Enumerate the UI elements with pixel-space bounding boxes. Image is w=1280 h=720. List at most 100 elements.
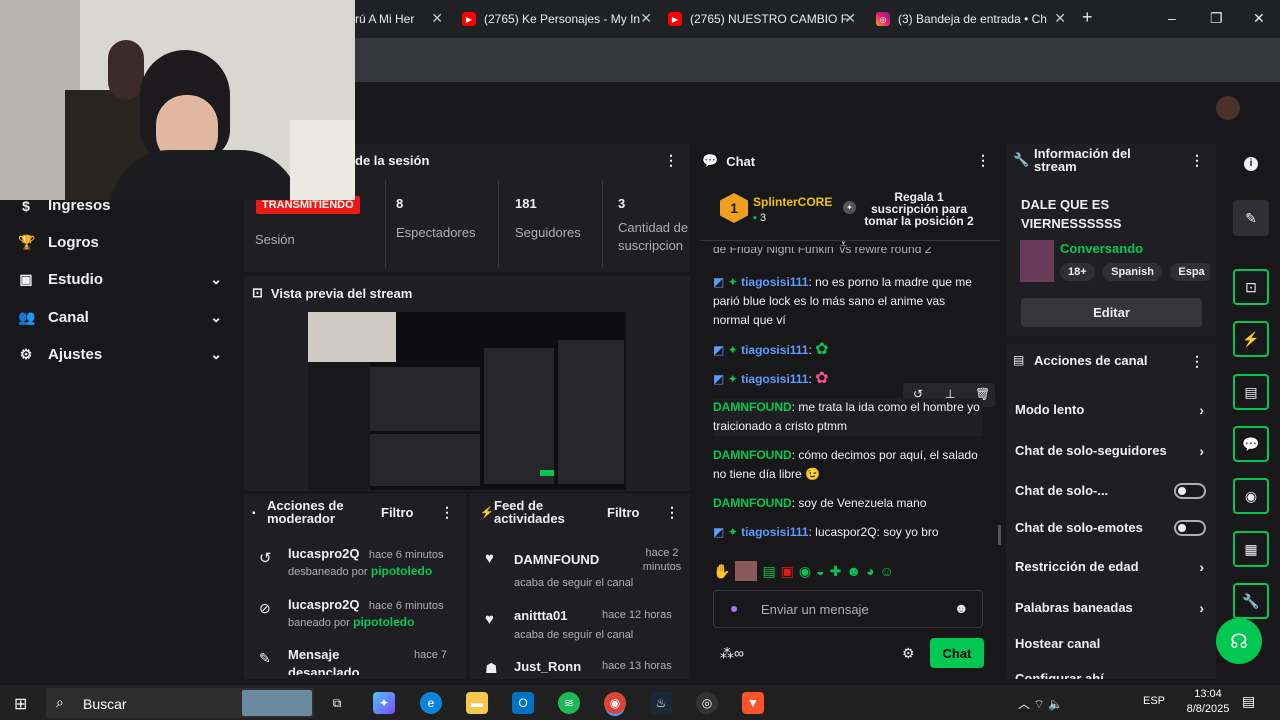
preview-panel-a	[370, 367, 480, 431]
notes-icon[interactable]: ▤	[1233, 374, 1269, 410]
taskbar-search[interactable]: ⌕ Buscar	[46, 688, 314, 718]
headset-icon[interactable]: ☊	[1216, 618, 1262, 664]
edit-stream-button[interactable]: Editar	[1021, 298, 1202, 327]
more-options-icon[interactable]: ⋮	[1190, 353, 1204, 370]
raid-icon[interactable]: ▦	[1233, 531, 1269, 567]
emote-icon[interactable]	[735, 561, 758, 581]
copilot-icon[interactable]: ✦	[373, 692, 395, 714]
hands-emote-icon[interactable]: ✋	[713, 563, 730, 580]
chat-message: DAMNFOUND: me trata la ida como el hombr…	[713, 398, 983, 436]
chat-scrollbar[interactable]	[998, 525, 1001, 545]
chat-send-button[interactable]: Chat	[930, 638, 984, 668]
lightning-icon[interactable]: ⚡	[1233, 321, 1269, 357]
wifi-icon[interactable]: ⌔	[1033, 697, 1044, 711]
broadcast-icon[interactable]: ◉	[1233, 478, 1269, 514]
browser-tab[interactable]: ▶ (2765) NUESTRO CAMBIO F ✕	[668, 6, 856, 32]
more-options-icon[interactable]: ⋮	[664, 152, 678, 169]
obs-icon[interactable]: ◎	[696, 692, 718, 714]
heart-icon: ♥	[485, 611, 494, 628]
user-avatar[interactable]	[1216, 96, 1240, 120]
instagram-icon: ◎	[876, 12, 890, 26]
volume-icon[interactable]: 🔈	[1048, 697, 1063, 711]
close-tab-icon[interactable]: ✕	[844, 10, 856, 27]
configure-row[interactable]: Configurar ahí	[1015, 671, 1210, 679]
tag-pill[interactable]: 18+	[1060, 263, 1095, 281]
emote-icon[interactable]: ✚	[830, 563, 842, 580]
chat-message: ◩ ✦ tiagosisi111: ✿	[713, 341, 829, 358]
edit-icon[interactable]: ✎	[1233, 200, 1269, 236]
more-options-icon[interactable]: ⋮	[1190, 152, 1204, 169]
browser-tab[interactable]: ▶ (2765) Ke Personajes - My In ✕	[462, 6, 652, 32]
age-restriction-row[interactable]: Restricción de edad ›	[1015, 559, 1210, 575]
search-highlight-image	[242, 690, 312, 716]
sidebar-item-logros[interactable]: 🏆 Logros	[18, 234, 228, 251]
host-channel-row[interactable]: Hostear canal	[1015, 636, 1210, 651]
chat-input[interactable]: ● Enviar un mensaje ☻	[713, 590, 983, 628]
sidebar-item-estudio[interactable]: ▣ Estudio ⌄	[18, 271, 228, 288]
task-view-icon[interactable]: ⧉	[326, 692, 348, 714]
emote-icon[interactable]: ▤	[762, 563, 775, 580]
notification-icon[interactable]: ▤	[1242, 693, 1255, 710]
wrench-icon[interactable]: 🔧	[1233, 583, 1269, 619]
mod-filter-button[interactable]: Filtro	[381, 505, 414, 520]
more-options-icon[interactable]: ⋮	[440, 504, 454, 521]
close-tab-icon[interactable]: ✕	[1054, 10, 1066, 27]
file-explorer-icon[interactable]: ▬	[466, 692, 488, 714]
tag-pill[interactable]: Spanish	[1103, 263, 1162, 281]
sidebar-item-ajustes[interactable]: ⚙ Ajustes ⌄	[18, 346, 228, 363]
preview-chat	[484, 348, 554, 484]
followers-only-row[interactable]: Chat de solo-seguidores ›	[1015, 443, 1210, 459]
stream-preview[interactable]	[308, 312, 626, 490]
stream-title: DALE QUE ES VIERNESSSSSS	[1021, 197, 1122, 231]
emote-icon[interactable]: ◒	[816, 563, 824, 579]
pink-emote-icon: ✿	[815, 370, 829, 387]
edge-icon[interactable]: e	[420, 692, 442, 714]
mic-icon[interactable]: ●	[730, 600, 738, 616]
minimize-button[interactable]: –	[1168, 10, 1176, 26]
new-tab-button[interactable]: +	[1082, 7, 1093, 28]
banned-words-row[interactable]: Palabras baneadas ›	[1015, 600, 1210, 616]
chrome-icon[interactable]: ◉	[604, 692, 626, 714]
brave-icon[interactable]: ▼	[742, 692, 764, 714]
more-options-icon[interactable]: ⋮	[976, 152, 990, 169]
sparkle-icon: ✦	[727, 525, 738, 539]
emoji-icon[interactable]: ☻	[954, 600, 969, 616]
language-indicator[interactable]: ESP	[1143, 695, 1165, 707]
close-tab-icon[interactable]: ✕	[431, 10, 443, 27]
top-gifter-count: ▪ 3	[753, 212, 767, 224]
browser-tab[interactable]: rú A Mi Her ✕	[355, 6, 443, 32]
subs-only-toggle[interactable]	[1174, 482, 1206, 499]
channel-actions-panel	[1006, 344, 1216, 679]
gift-sub-cta[interactable]: Regala 1 suscripción para tomar la posic…	[862, 191, 976, 227]
activity-filter-button[interactable]: Filtro	[607, 505, 640, 520]
spotify-icon[interactable]: ≋	[558, 692, 580, 714]
clock[interactable]: 13:04 8/8/2025	[1180, 687, 1236, 717]
info-icon[interactable]: i	[1244, 157, 1258, 171]
close-tab-icon[interactable]: ✕	[640, 10, 652, 27]
chat-settings-icon[interactable]: ⚙	[902, 645, 915, 662]
close-window-button[interactable]: ✕	[1253, 10, 1265, 27]
people-icon: 👥	[18, 309, 36, 325]
points-icon[interactable]: ⁂∞	[720, 645, 744, 662]
more-options-icon[interactable]: ⋮	[665, 504, 679, 521]
emote-icon[interactable]: ▣	[781, 563, 794, 580]
tag-pill[interactable]: Espa	[1170, 263, 1210, 281]
maximize-button[interactable]: ❐	[1210, 10, 1223, 27]
steam-icon[interactable]: ♨	[650, 692, 672, 714]
sidebar-item-canal[interactable]: 👥 Canal ⌄	[18, 309, 228, 326]
chevron-up-icon[interactable]: ︿	[1018, 697, 1030, 711]
slow-mode-row[interactable]: Modo lento ›	[1015, 402, 1210, 418]
chat-icon[interactable]: 💬	[1233, 426, 1269, 462]
youtube-icon: ▶	[462, 12, 476, 26]
emote-icon[interactable]: ☺	[880, 563, 894, 579]
category-name[interactable]: Conversando	[1060, 241, 1143, 256]
browser-tab[interactable]: ◎ (3) Bandeja de entrada • Ch ✕	[876, 6, 1066, 32]
clip-icon[interactable]: ⊡	[1233, 269, 1269, 305]
emote-icon[interactable]: ◕	[866, 563, 874, 579]
top-gifter-name[interactable]: SplinterCORE	[753, 195, 832, 209]
emotes-only-toggle[interactable]	[1174, 519, 1206, 536]
outlook-icon[interactable]: O	[512, 692, 534, 714]
emote-icon[interactable]: ◉	[799, 563, 811, 580]
emote-icon[interactable]: ☻	[846, 563, 861, 579]
windows-start-icon[interactable]: ⊞	[14, 694, 27, 714]
